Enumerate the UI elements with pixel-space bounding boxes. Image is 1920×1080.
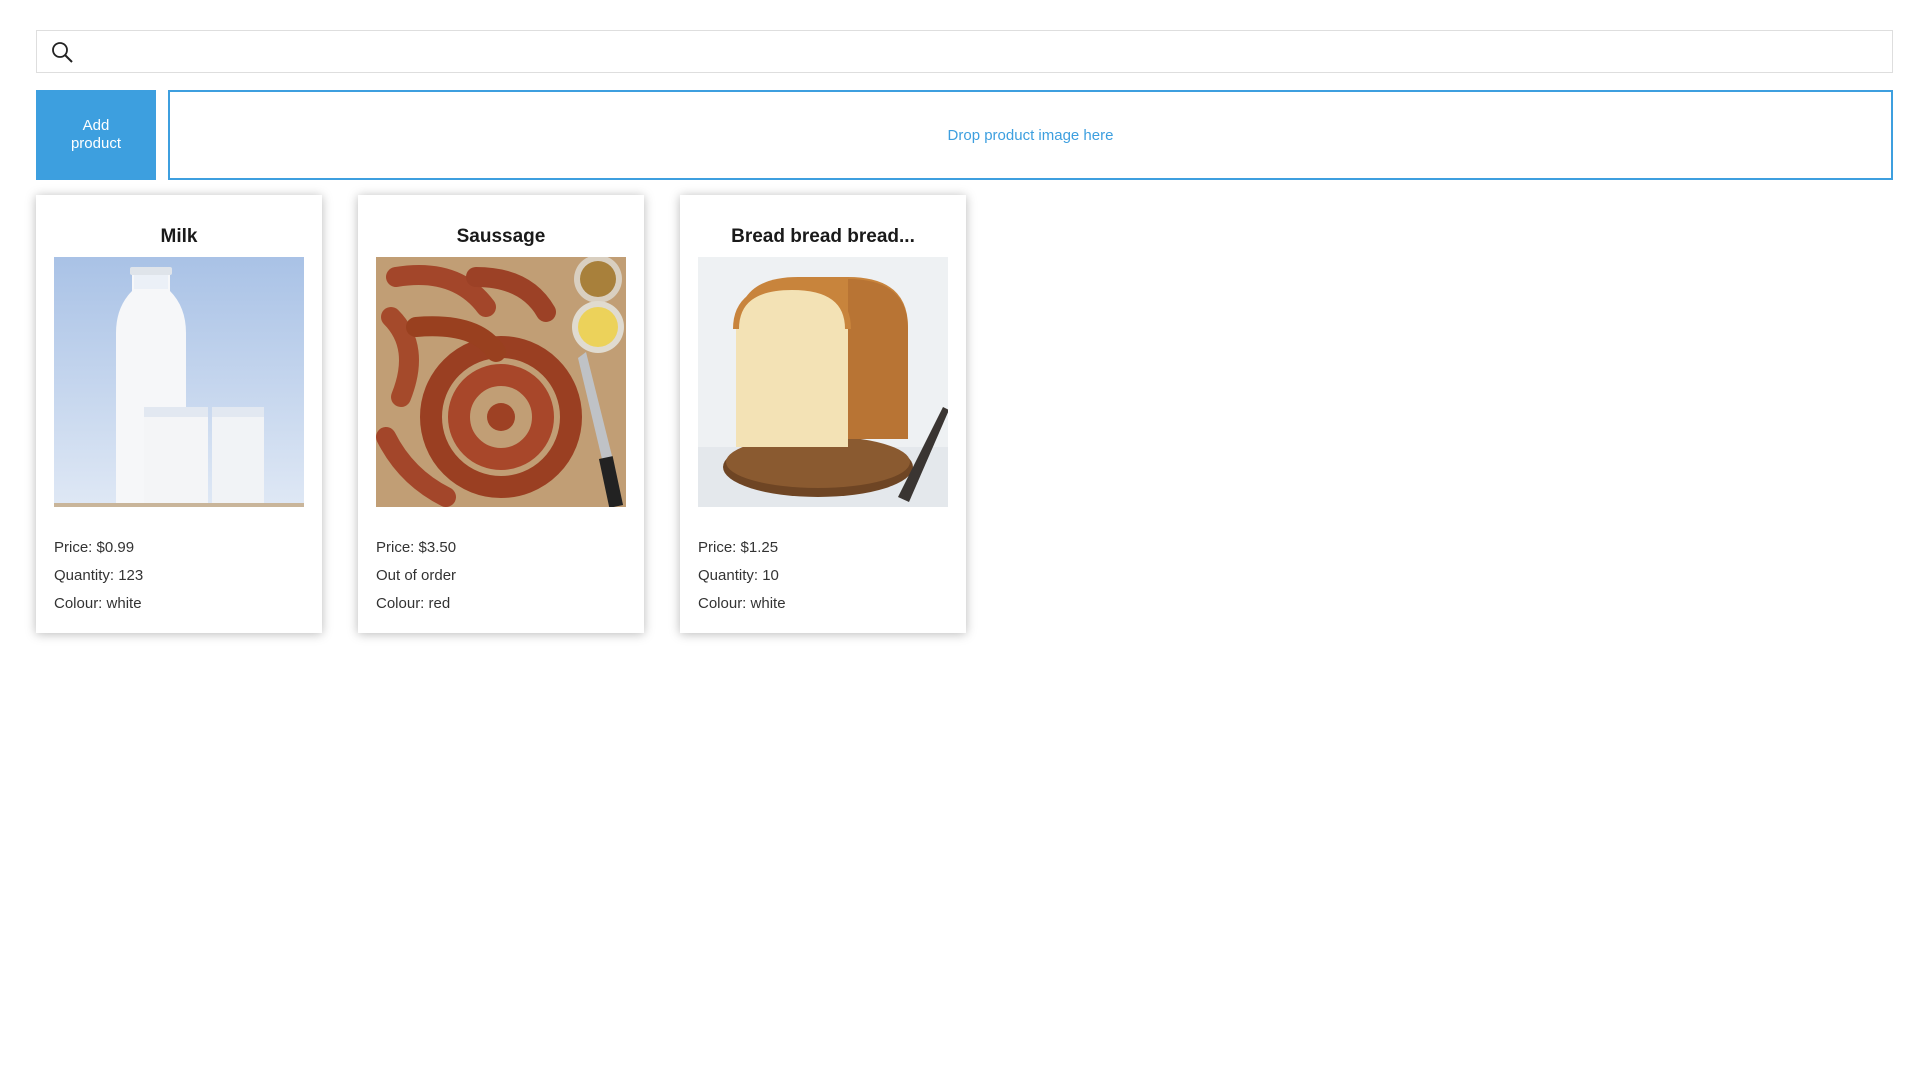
product-price: Price: $0.99	[54, 539, 135, 556]
product-name: Milk	[160, 226, 198, 247]
product-image-milk	[54, 257, 304, 507]
product-quantity: Quantity: 10	[698, 567, 779, 584]
product-image-sausage	[376, 257, 626, 507]
product-colour: Colour: red	[376, 595, 451, 612]
product-card[interactable]: Bread bread bread... Price: $1.25 Quanti…	[680, 195, 966, 633]
product-card[interactable]: Milk Price: $0.99 Quantity: 123 Colour: …	[36, 195, 322, 633]
product-image-bread	[698, 257, 948, 507]
add-product-button[interactable]: Add product	[36, 90, 156, 180]
product-stock-status: Out of order	[376, 567, 457, 584]
product-colour: Colour: white	[54, 595, 142, 612]
product-colour: Colour: white	[698, 595, 786, 612]
dropzone-label: Drop product image here	[947, 126, 1114, 144]
product-quantity: Quantity: 123	[54, 567, 144, 584]
product-name: Bread bread bread...	[731, 226, 915, 247]
product-price: Price: $1.25	[698, 539, 779, 556]
search-bar[interactable]	[36, 30, 1893, 73]
product-card[interactable]: Saussage Price: $3.50 Out of order Colou…	[358, 195, 644, 633]
product-price: Price: $3.50	[376, 539, 457, 556]
add-product-label: Add product	[70, 117, 122, 152]
search-icon	[47, 37, 77, 67]
product-name: Saussage	[456, 226, 546, 247]
search-input[interactable]	[77, 31, 1892, 72]
image-dropzone[interactable]: Drop product image here	[168, 90, 1893, 180]
